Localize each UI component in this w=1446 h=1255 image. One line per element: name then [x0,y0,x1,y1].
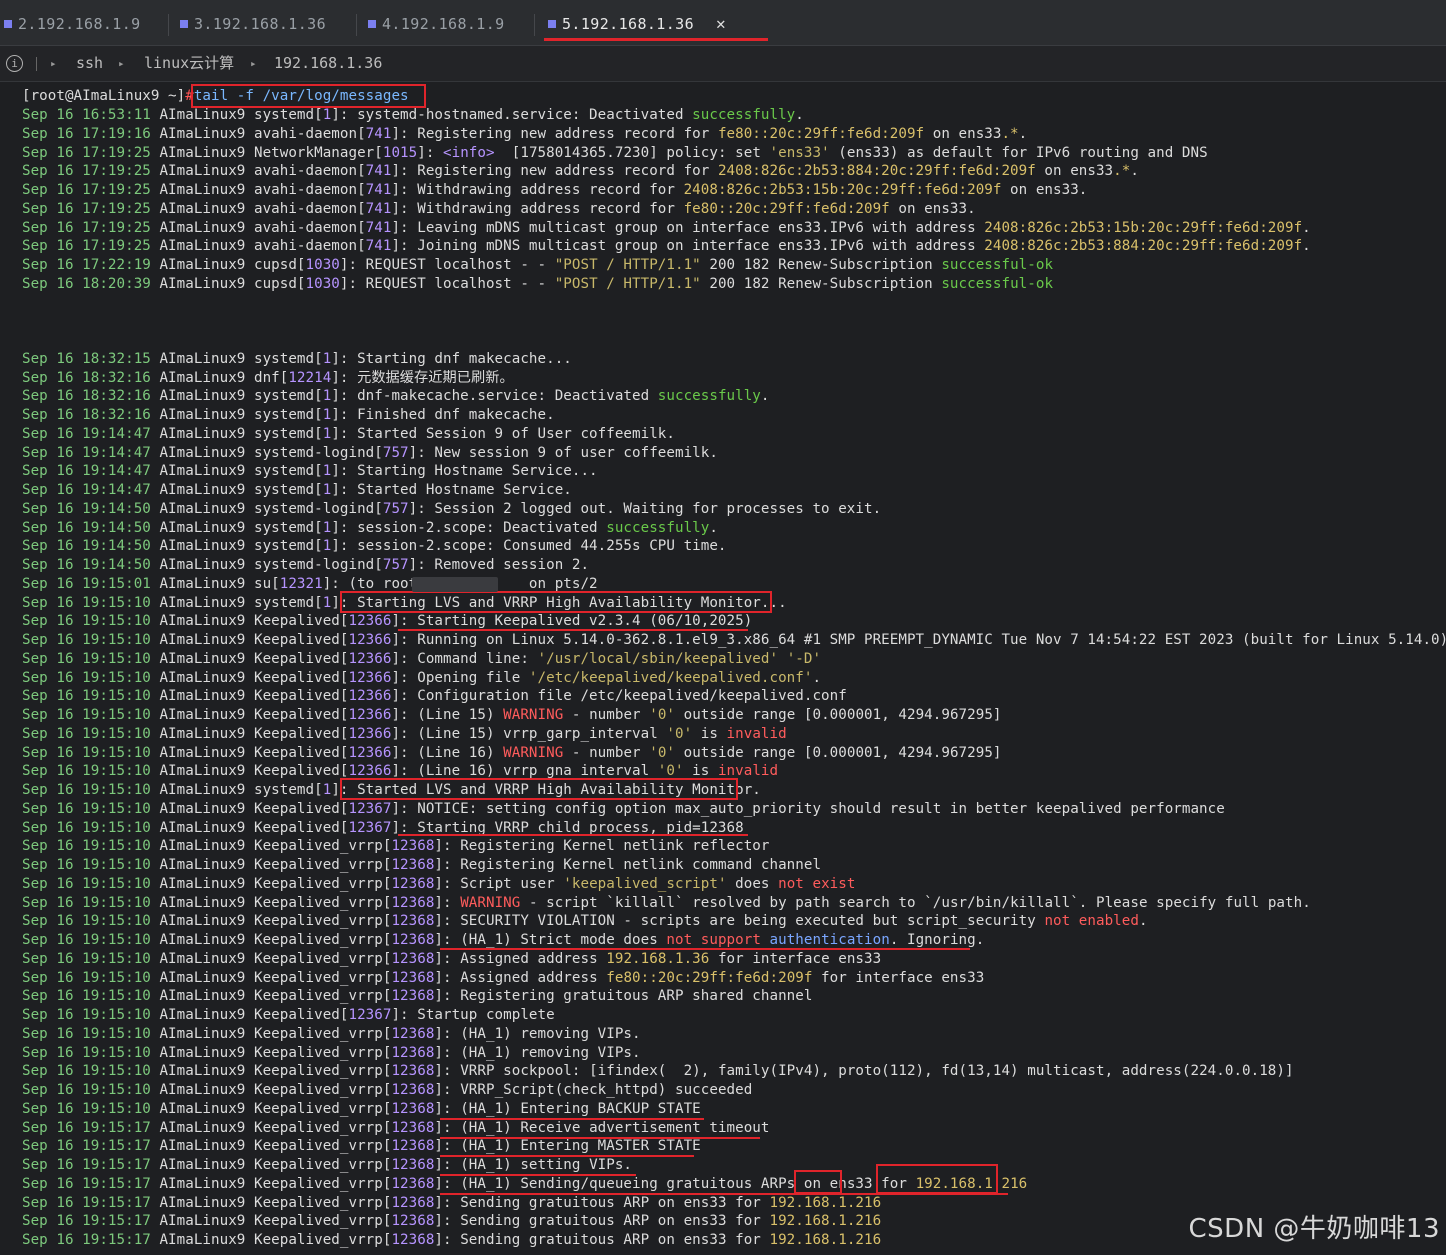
log-line: Sep 16 17:19:16 AImaLinux9 avahi-daemon[… [22,125,1028,142]
tab-label: 3.192.168.1.36 [194,15,327,33]
tab-bar: 2.192.168.1.9 3.192.168.1.36 4.192.168.1… [0,0,1446,46]
log-line: Sep 16 17:19:25 AImaLinux9 avahi-daemon[… [22,200,976,217]
tab-label: 4.192.168.1.9 [382,15,505,33]
log-line: Sep 16 19:15:10 AImaLinux9 systemd[1]: S… [22,782,761,798]
redacted-block [412,576,498,592]
typed-command: tail -f /var/log/messages [193,88,409,104]
log-line: Sep 16 19:15:10 AImaLinux9 Keepalived[12… [22,632,1446,648]
session-icon [4,20,12,28]
breadcrumb-item-ssh[interactable]: ssh [76,46,103,81]
log-line: Sep 16 19:15:10 AImaLinux9 Keepalived_vr… [22,894,1311,911]
tab-label: 2.192.168.1.9 [18,15,141,33]
log-line: Sep 16 19:15:10 AImaLinux9 systemd[1]: S… [22,594,787,611]
log-line: Sep 16 19:15:17 AImaLinux9 Keepalived_vr… [22,1157,633,1173]
session-icon [368,20,376,28]
log-line: Sep 16 19:15:10 AImaLinux9 Keepalived[12… [22,744,1002,761]
log-line: Sep 16 19:15:01 AImaLinux9 su[12321]: (t… [22,575,598,592]
session-icon [180,20,188,28]
log-line: Sep 16 19:15:10 AImaLinux9 Keepalived_vr… [22,838,770,855]
tab-divider [356,14,357,36]
log-line: Sep 16 19:15:10 AImaLinux9 Keepalived_vr… [22,1025,641,1042]
log-line: Sep 16 19:15:10 AImaLinux9 Keepalived[12… [22,688,847,705]
breadcrumb: i ▸ ssh ▸ linux云计算 ▸ 192.168.1.36 [0,46,1446,82]
tab-4-active[interactable]: 5.192.168.1.36 ✕ [548,10,726,38]
log-line: Sep 16 19:15:10 AImaLinux9 Keepalived_vr… [22,857,822,873]
log-line: Sep 16 19:14:50 AImaLinux9 systemd-login… [22,557,590,573]
log-line: Sep 16 19:15:10 AImaLinux9 Keepalived[12… [22,613,753,630]
log-line: Sep 16 19:15:17 AImaLinux9 Keepalived_vr… [22,1194,882,1211]
log-line: Sep 16 19:15:10 AImaLinux9 Keepalived[12… [22,763,779,780]
log-line: Sep 16 19:14:47 AImaLinux9 systemd[1]: S… [22,425,675,442]
log-line: Sep 16 18:32:16 AImaLinux9 dnf[12214]: 元… [22,369,514,386]
log-line: Sep 16 19:15:10 AImaLinux9 Keepalived_vr… [22,988,813,1005]
log-line: Sep 16 16:53:11 AImaLinux9 systemd[1]: s… [22,107,804,123]
log-line: Sep 16 19:15:10 AImaLinux9 Keepalived[12… [22,650,822,667]
log-line: Sep 16 19:15:10 AImaLinux9 Keepalived[12… [22,725,787,742]
chevron-right-icon: ▸ [118,57,125,70]
log-line: Sep 16 19:15:10 AImaLinux9 Keepalived[12… [22,669,822,686]
log-line: Sep 16 19:15:10 AImaLinux9 Keepalived_vr… [22,1100,701,1117]
tab-divider [534,14,535,36]
log-line: Sep 16 18:20:39 AImaLinux9 cupsd[1030]: … [22,275,1054,292]
log-line: Sep 16 18:32:16 AImaLinux9 systemd[1]: d… [22,388,770,405]
log-line: Sep 16 19:14:50 AImaLinux9 systemd-login… [22,500,882,517]
tab-label: 5.192.168.1.36 [562,15,695,33]
chevron-right-icon: ▸ [250,57,257,70]
log-line: Sep 16 19:15:10 AImaLinux9 Keepalived[12… [22,800,1225,817]
log-line: Sep 16 17:19:25 AImaLinux9 avahi-daemon[… [22,238,1311,255]
log-line: Sep 16 18:32:15 AImaLinux9 systemd[1]: S… [22,350,572,367]
log-line: Sep 16 19:15:10 AImaLinux9 Keepalived[12… [22,819,744,836]
log-line: Sep 16 19:15:10 AImaLinux9 Keepalived[12… [22,1007,555,1023]
log-line: Sep 16 19:14:47 AImaLinux9 systemd[1]: S… [22,482,572,498]
chevron-right-icon: ▸ [50,57,57,70]
tab-1[interactable]: 2.192.168.1.9 [4,10,141,38]
tab-annotation-underline [544,38,768,41]
log-line: Sep 16 19:14:50 AImaLinux9 systemd[1]: s… [22,519,718,536]
breadcrumb-item-folder[interactable]: linux云计算 [144,46,234,81]
log-line: Sep 16 17:19:25 AImaLinux9 avahi-daemon[… [22,182,1088,198]
tab-3[interactable]: 4.192.168.1.9 [368,10,505,38]
session-icon [548,20,556,28]
log-line: Sep 16 19:15:17 AImaLinux9 Keepalived_vr… [22,1138,701,1155]
log-line: Sep 16 19:15:17 AImaLinux9 Keepalived_vr… [22,1175,1028,1192]
divider [36,57,37,71]
log-line: Sep 16 17:22:19 AImaLinux9 cupsd[1030]: … [22,257,1054,273]
log-line: Sep 16 19:14:47 AImaLinux9 systemd[1]: S… [22,463,598,480]
log-line: Sep 16 19:15:17 AImaLinux9 Keepalived_vr… [22,1213,882,1230]
log-line: Sep 16 19:15:17 AImaLinux9 Keepalived_vr… [22,1232,882,1248]
terminal-output[interactable]: [root@AImaLinux9 ~]#tail -f /var/log/mes… [0,82,1446,1255]
tab-divider [168,14,169,36]
log-line: Sep 16 18:32:16 AImaLinux9 systemd[1]: F… [22,407,555,423]
log-line: Sep 16 19:14:50 AImaLinux9 systemd[1]: s… [22,538,727,555]
prompt-hash: # [185,88,194,104]
log-line: Sep 16 17:19:25 AImaLinux9 avahi-daemon[… [22,219,1311,236]
info-icon[interactable]: i [6,55,23,72]
log-line: Sep 16 19:15:10 AImaLinux9 Keepalived_vr… [22,950,882,967]
tab-2[interactable]: 3.192.168.1.36 [180,10,326,38]
log-line: Sep 16 19:14:47 AImaLinux9 systemd-login… [22,444,718,461]
log-line: Sep 16 19:15:10 AImaLinux9 Keepalived_vr… [22,932,985,948]
log-line: Sep 16 19:15:10 AImaLinux9 Keepalived_vr… [22,875,856,892]
watermark: CSDN @牛奶咖啡13 [1188,1214,1440,1244]
prompt-line: [root@AImaLinux9 ~]#tail -f /var/log/mes… [22,87,409,106]
close-icon[interactable]: ✕ [716,14,726,33]
log-line: Sep 16 17:19:25 AImaLinux9 avahi-daemon[… [22,163,1139,180]
log-line: Sep 16 19:15:10 AImaLinux9 Keepalived_vr… [22,1082,753,1098]
log-line: Sep 16 19:15:10 AImaLinux9 Keepalived_vr… [22,913,1148,930]
log-line: Sep 16 19:15:10 AImaLinux9 Keepalived_vr… [22,1063,1294,1080]
log-line: Sep 16 19:15:10 AImaLinux9 Keepalived_vr… [22,969,985,986]
log-line: Sep 16 19:15:10 AImaLinux9 Keepalived[12… [22,707,1002,723]
breadcrumb-item-host[interactable]: 192.168.1.36 [274,46,382,81]
log-line: Sep 16 19:15:10 AImaLinux9 Keepalived_vr… [22,1044,641,1061]
log-line: Sep 16 19:15:17 AImaLinux9 Keepalived_vr… [22,1119,770,1136]
prompt-user-host: [root@AImaLinux9 ~] [22,88,186,104]
log-line: Sep 16 17:19:25 AImaLinux9 NetworkManage… [22,144,1208,161]
